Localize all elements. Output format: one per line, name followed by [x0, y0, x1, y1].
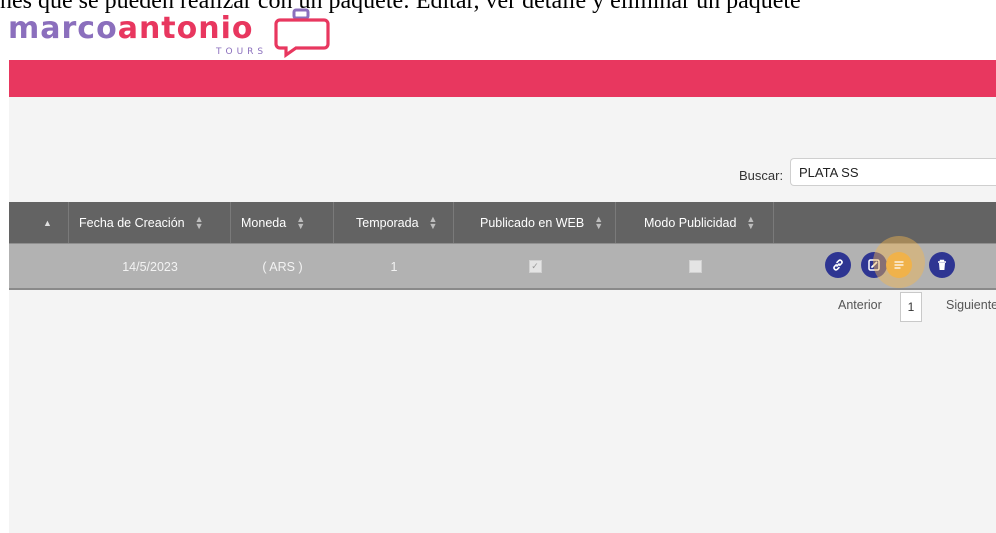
pagination-prev[interactable]: Anterior: [838, 298, 882, 312]
trash-icon: [938, 259, 946, 270]
table-header: ▲ Fecha de Creación ▲ ▼ Moneda ▲ ▼ Tempora…: [9, 202, 996, 243]
column-header-temporada-label: Temporada: [356, 215, 419, 230]
sort-asc-icon: ▲: [43, 217, 52, 228]
top-nav-bar: [9, 60, 996, 97]
column-header-modo-label: Modo Publicidad: [644, 215, 737, 230]
content-panel: Buscar: ▲ Fecha de Creación ▲▼ Moneda ▲▼…: [9, 60, 996, 533]
pagination-next[interactable]: Siguiente: [946, 298, 996, 312]
column-header-moneda-label: Moneda: [241, 215, 287, 230]
column-header-fecha-label: Fecha de Creación: [79, 215, 185, 230]
cell-fecha: 14/5/2023: [122, 259, 178, 274]
cell-temporada: 1: [390, 259, 398, 274]
cell-moneda: ( ARS ): [262, 259, 303, 274]
sort-icon: ▲ ▼: [296, 213, 306, 231]
sort-icon: ▲ ▼: [594, 213, 604, 231]
table-row[interactable]: 14/5/2023 ( ARS ) 1 ✓: [9, 236, 996, 290]
column-header-modo-publicidad[interactable]: Modo Publicidad ▲ ▼: [616, 202, 774, 243]
link-button[interactable]: [825, 252, 851, 278]
delete-button[interactable]: [929, 252, 955, 278]
logo-tours-text: TOURS: [216, 47, 268, 57]
column-header-publicado[interactable]: Publicado en WEB ▲ ▼: [454, 202, 616, 243]
suitcase-icon: [274, 8, 330, 58]
publicado-web-checkbox[interactable]: ✓: [528, 260, 542, 273]
details-button[interactable]: [886, 252, 912, 278]
cell-modo-publicidad: [616, 244, 774, 289]
column-header-moneda[interactable]: Moneda ▲ ▼: [231, 202, 334, 243]
pagination-page-current[interactable]: 1: [900, 292, 922, 322]
search-label: Buscar:: [739, 168, 784, 183]
sort-icon: ▲ ▼: [194, 213, 204, 231]
logo-text-marco: marco: [8, 11, 118, 46]
cell-publicado-web: ✓: [454, 244, 616, 289]
search-input[interactable]: [790, 158, 996, 186]
column-header-fecha[interactable]: Fecha de Creación ▲ ▼: [69, 202, 231, 243]
modo-publicidad-checkbox[interactable]: [688, 260, 702, 273]
sort-icon: ▲ ▼: [746, 213, 756, 231]
column-header-index[interactable]: ▲: [9, 202, 69, 243]
checkmark-icon: ✓: [531, 261, 539, 271]
column-header-actions: [774, 202, 996, 243]
column-header-temporada[interactable]: Temporada ▲ ▼: [334, 202, 454, 243]
logo-text-antonio: antonio: [117, 11, 254, 46]
details-icon: [894, 261, 904, 269]
link-icon: [833, 259, 843, 271]
sort-icon: ▲ ▼: [428, 213, 438, 231]
column-header-publicado-label: Publicado en WEB: [480, 215, 585, 230]
site-logo[interactable]: marco antonio TOURS: [8, 8, 330, 60]
